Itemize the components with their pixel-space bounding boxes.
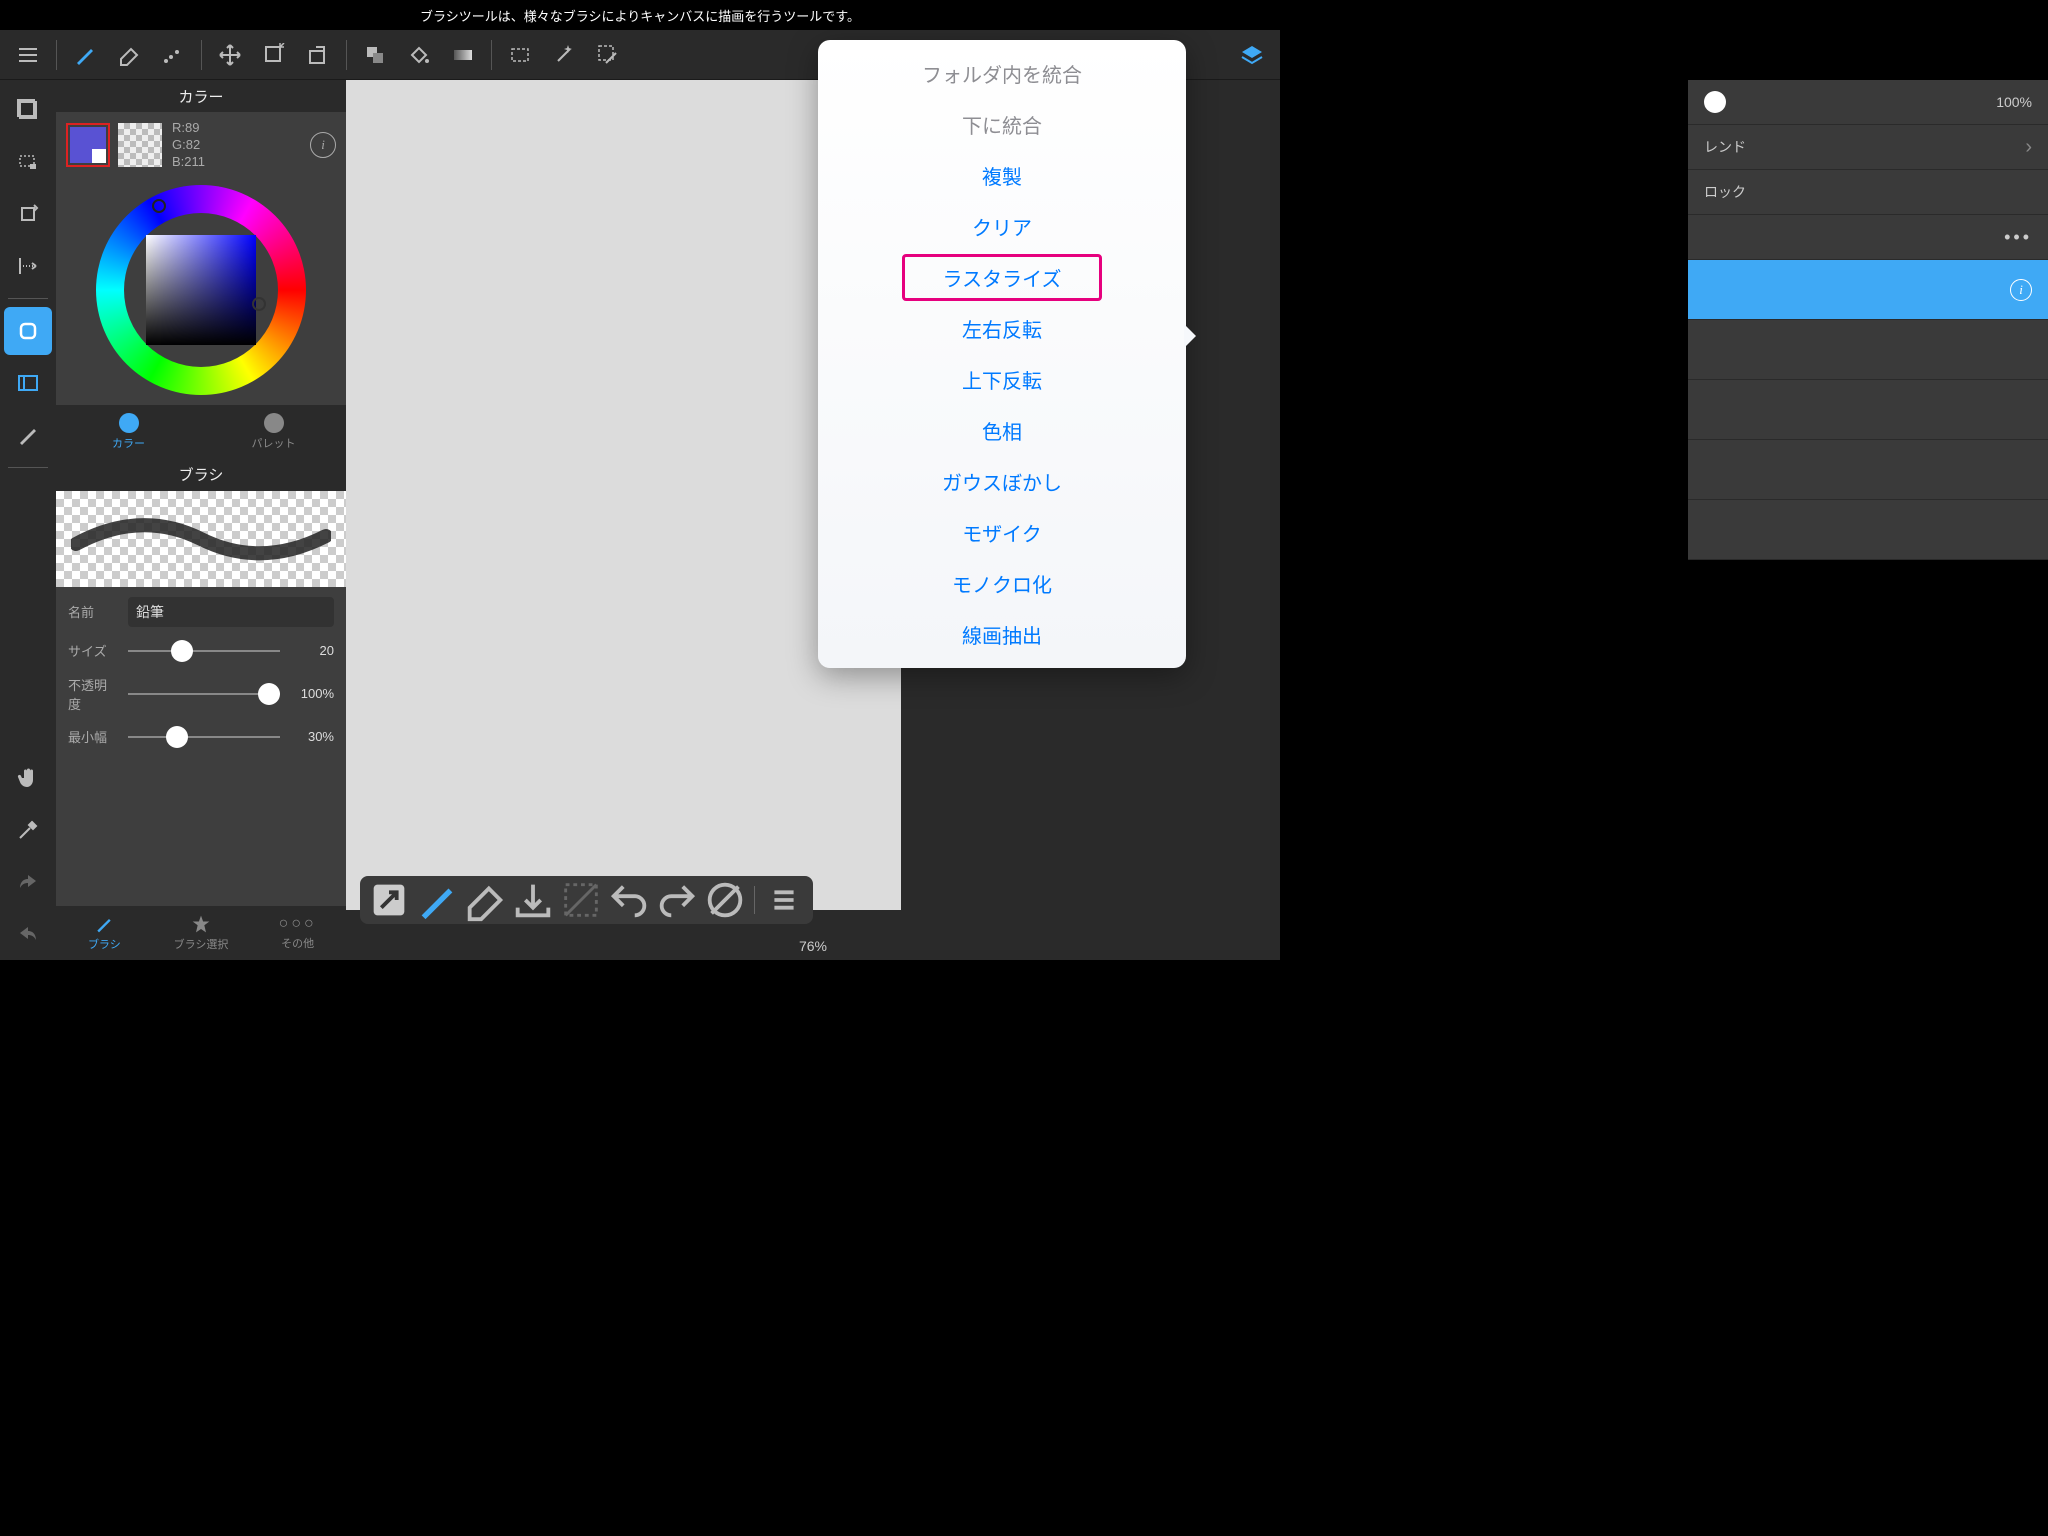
transform-tool-icon[interactable] [252,33,296,77]
float-brush-icon[interactable] [414,880,460,920]
tab-color[interactable]: カラー [56,405,201,459]
context-menu-item[interactable]: 上下反転 [818,354,1186,405]
brush-size-slider[interactable] [128,641,280,661]
select-pen-icon[interactable] [586,33,630,77]
rotate-tool-icon[interactable] [4,190,52,238]
brush-minwidth-label: 最小幅 [68,727,118,746]
magic-wand-icon[interactable] [542,33,586,77]
brush-panel-title: ブラシ [56,459,346,491]
context-menu-item[interactable]: 色相 [818,405,1186,456]
context-menu-item: 下に統合 [818,99,1186,150]
frame-tool-icon[interactable] [4,86,52,134]
reference-panel-icon[interactable] [4,359,52,407]
context-menu-item[interactable]: ラスタライズ [818,252,1186,303]
layer-item[interactable] [1688,320,2048,380]
float-eraser-icon[interactable] [462,880,508,920]
layer-more-row[interactable]: ••• [1688,215,2048,260]
float-undo-icon[interactable] [606,880,652,920]
smudge-tool-icon[interactable] [151,33,195,77]
tab-brush-more[interactable]: ○○○その他 [249,906,346,960]
brush-opacity-label: 不透明度 [68,675,118,713]
context-menu-item[interactable]: 複製 [818,150,1186,201]
tooltip-bar: ブラシツールは、様々なブラシによりキャンバスに描画を行うツールです。 [0,0,1280,30]
float-save-icon[interactable] [510,880,556,920]
context-menu-item[interactable]: 線画抽出 [818,609,1186,660]
brush-minwidth-slider[interactable] [128,727,280,747]
bucket-tool-icon[interactable] [397,33,441,77]
shape-tool-icon[interactable] [353,33,397,77]
layer-item[interactable] [1688,500,2048,560]
tab-brush[interactable]: ブラシ [56,906,153,960]
layer-item[interactable] [1688,440,2048,500]
color-panel-title: カラー [56,80,346,112]
float-deselect-icon[interactable] [558,880,604,920]
layer-lock-row[interactable]: ロック [1688,170,2048,215]
menu-icon[interactable] [6,33,50,77]
float-redo-icon[interactable] [654,880,700,920]
brush-size-value: 20 [290,643,334,658]
rgb-readout: R:89 G:82 B:211 [172,120,205,171]
brush-tool-icon[interactable] [63,33,107,77]
move-tool-icon[interactable] [208,33,252,77]
foreground-swatch[interactable] [66,123,110,167]
context-menu-item[interactable]: 左右反転 [818,303,1186,354]
layer-context-menu: フォルダ内を統合下に統合複製クリアラスタライズ左右反転上下反転色相ガウスぼかしモ… [818,40,1186,668]
context-menu-item[interactable]: ガウスぼかし [818,456,1186,507]
background-swatch[interactable] [118,123,162,167]
hand-tool-icon[interactable] [4,754,52,802]
left-rail [0,80,56,960]
brush-preview[interactable] [56,491,346,587]
brush-opacity-value: 100% [290,686,334,701]
context-menu-item[interactable]: モノクロ化 [818,558,1186,609]
floating-toolbar [360,876,813,924]
brush-name-label: 名前 [68,602,118,621]
layer-list [1688,320,2048,560]
layers-panel-icon[interactable] [1230,33,1274,77]
float-menu-icon[interactable] [761,880,807,920]
brush-panel-toggle-icon[interactable] [4,411,52,459]
redo-icon[interactable] [4,858,52,906]
tab-brush-select[interactable]: ブラシ選択 [153,906,250,960]
color-wheel[interactable] [96,185,306,395]
fullscreen-icon[interactable] [366,880,412,920]
ruler-tool-icon[interactable] [4,242,52,290]
context-menu-item: フォルダ内を統合 [818,48,1186,99]
zoom-level: 76% [799,938,827,954]
layer-selected-row[interactable]: i [1688,260,2048,320]
eyedropper-tool-icon[interactable] [4,806,52,854]
crop-tool-icon[interactable] [296,33,340,77]
left-panel: カラー R:89 G:82 B:211 i カラー パレット ブラシ [56,80,346,960]
brush-opacity-slider[interactable] [128,684,280,704]
context-menu-item[interactable]: モザイク [818,507,1186,558]
layer-item[interactable] [1688,380,2048,440]
brush-minwidth-value: 30% [290,729,334,744]
layer-blend-row[interactable]: レンド› [1688,125,2048,170]
lasso-select-icon[interactable] [4,138,52,186]
layer-opacity-row[interactable]: 100% [1688,80,2048,125]
layer-info-icon[interactable]: i [2010,279,2032,301]
eraser-tool-icon[interactable] [107,33,151,77]
selection-tool-icon[interactable] [498,33,542,77]
undo-icon[interactable] [4,910,52,958]
context-menu-item[interactable]: クリア [818,201,1186,252]
color-panel-toggle-icon[interactable] [4,307,52,355]
brush-size-label: サイズ [68,641,118,660]
float-no-rotate-icon[interactable] [702,880,748,920]
right-panel: 100% レンド› ロック ••• i [1688,80,2048,560]
color-info-icon[interactable]: i [310,132,336,158]
gradient-tool-icon[interactable] [441,33,485,77]
brush-name-input[interactable] [128,597,334,627]
tab-palette[interactable]: パレット [201,405,346,459]
